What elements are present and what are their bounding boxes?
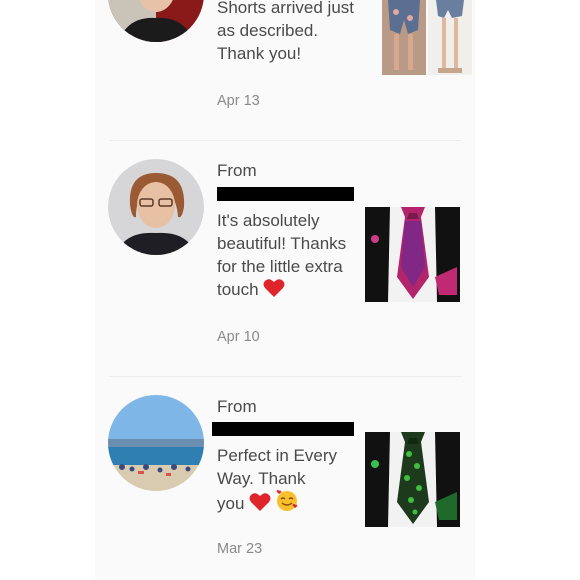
heart-emoji-icon bbox=[263, 278, 285, 304]
from-label: From bbox=[217, 397, 257, 416]
reviewer-avatar[interactable] bbox=[108, 395, 204, 491]
heart-emoji-icon bbox=[249, 492, 271, 518]
review-message: Perfect in Every Way. Thank you bbox=[217, 444, 337, 518]
redacted-username bbox=[212, 422, 354, 436]
item-thumbnail[interactable] bbox=[365, 432, 460, 527]
review-date: Apr 13 bbox=[217, 93, 260, 109]
from-label: From bbox=[217, 161, 257, 180]
review-item: Shorts arrived just as described. Thank … bbox=[95, 0, 475, 140]
review-item: From Perfect in Every Way. Thank you Mar… bbox=[95, 377, 475, 580]
review-item: From It's absolutely beautiful! Thanks f… bbox=[95, 141, 475, 376]
review-date: Mar 23 bbox=[217, 541, 263, 557]
review-message: It's absolutely beautiful! Thanks for th… bbox=[217, 209, 367, 304]
item-thumbnail[interactable] bbox=[365, 207, 460, 302]
smiling-face-with-hearts-icon bbox=[276, 490, 298, 518]
review-message: Shorts arrived just as described. Thank … bbox=[217, 0, 354, 63]
reviewer-avatar[interactable] bbox=[108, 159, 204, 255]
reviewer-avatar[interactable] bbox=[108, 0, 204, 42]
reviews-panel: Shorts arrived just as described. Thank … bbox=[95, 0, 475, 580]
item-thumbnail[interactable] bbox=[382, 0, 472, 75]
review-date: Apr 10 bbox=[217, 329, 260, 345]
redacted-username bbox=[217, 187, 354, 201]
